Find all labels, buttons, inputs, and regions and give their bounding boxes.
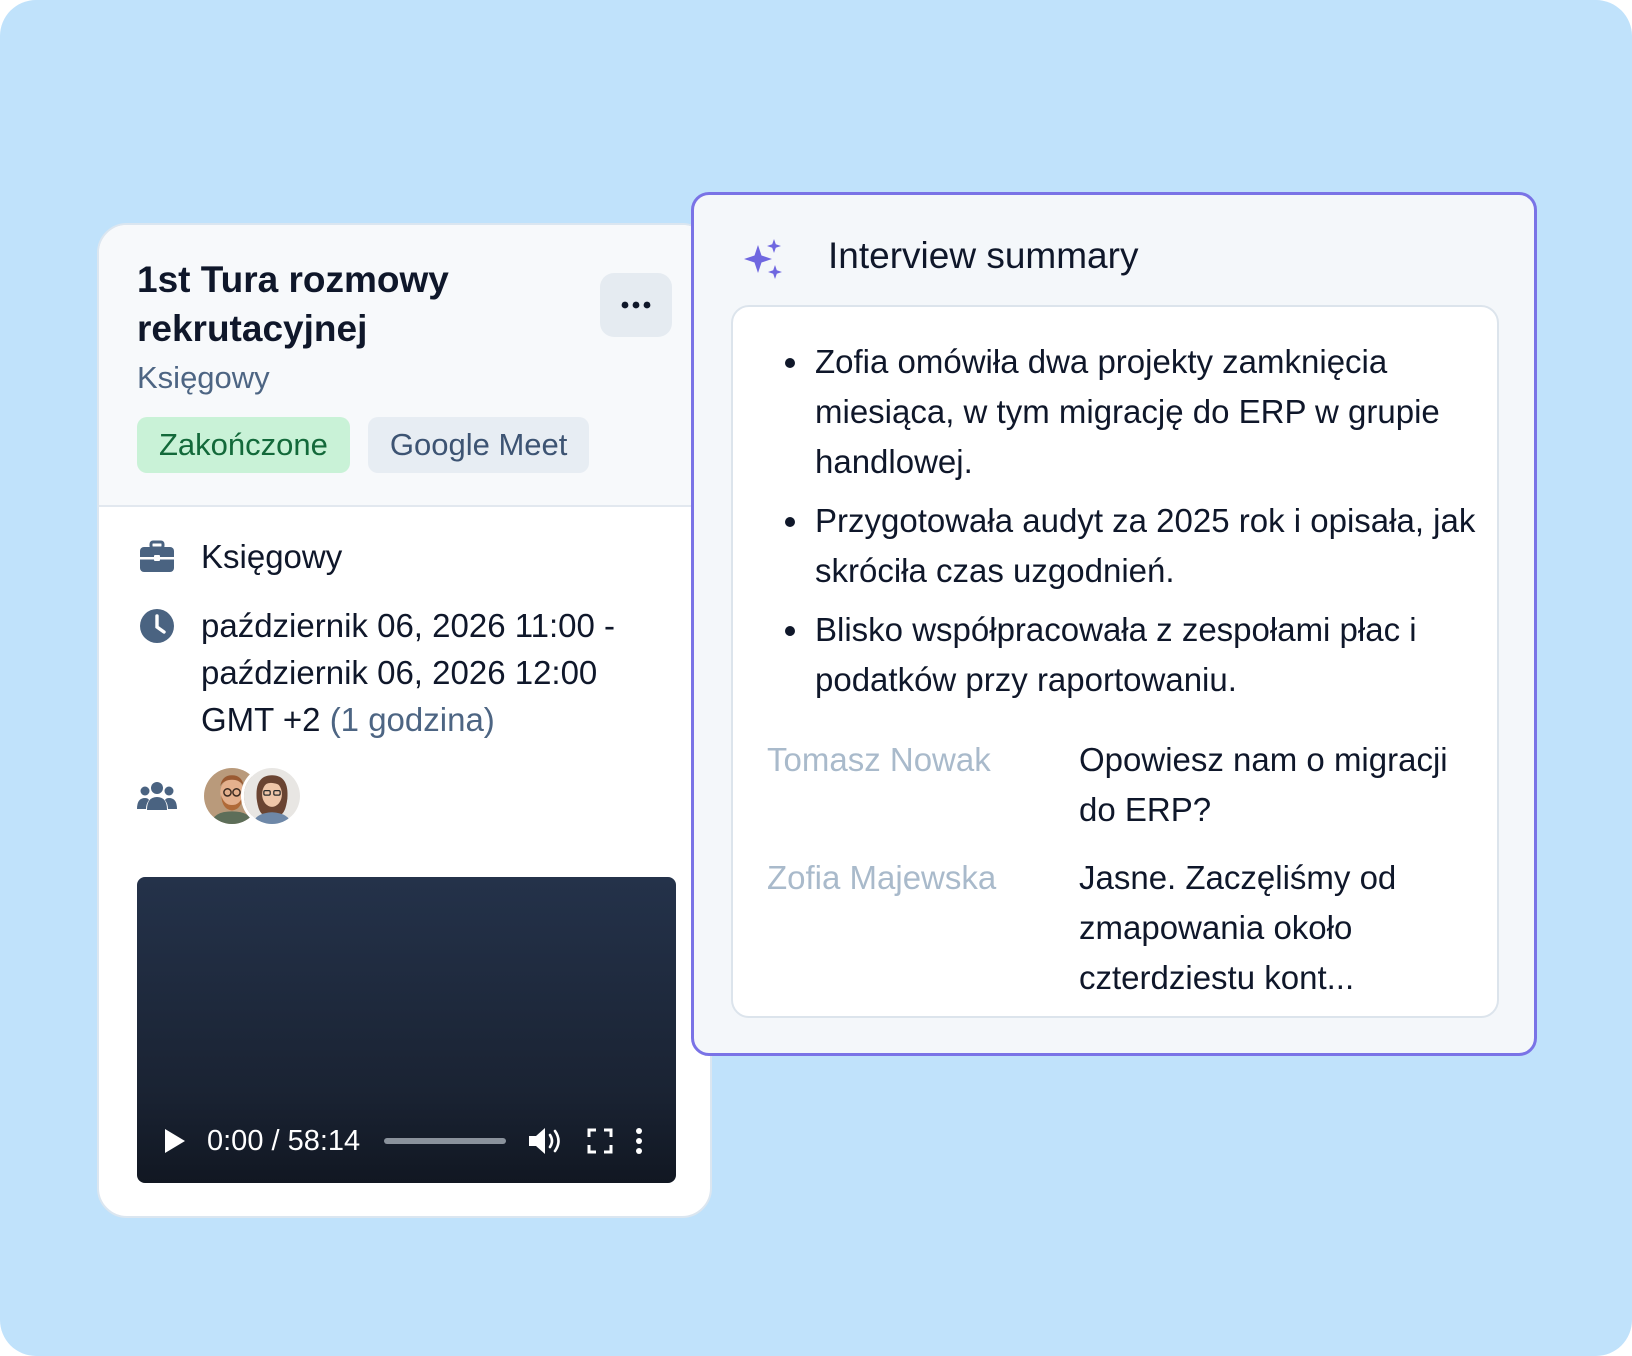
event-card-header: 1st Tura rozmowy rekrutacyjnej Księgowy … [99, 225, 710, 507]
video-time: 0:00 / 58:14 [207, 1124, 361, 1157]
recording-video-player[interactable]: 0:00 / 58:14 [137, 877, 676, 1183]
time-row: październik 06, 2026 11:00 - październik… [137, 602, 672, 743]
transcript-excerpt: Tomasz Nowak Opowiesz nam o migracji do … [767, 735, 1467, 1021]
speaker-line: Jasne. Zaczęliśmy od zmapowania około cz… [1079, 859, 1397, 996]
transcript-row: Tomasz Nowak Opowiesz nam o migracji do … [767, 735, 1467, 835]
play-icon[interactable] [161, 1126, 189, 1156]
interview-event-card: 1st Tura rozmowy rekrutacyjnej Księgowy … [97, 223, 712, 1218]
more-icon [621, 301, 651, 309]
speaker-line: Opowiesz nam o migracji do ERP? [1079, 741, 1448, 828]
seek-bar[interactable] [384, 1138, 507, 1144]
clock-icon [140, 609, 174, 643]
role-row: Księgowy [137, 533, 672, 580]
list-item: Zofia omówiła dwa projekty zamknięcia mi… [785, 337, 1477, 487]
sparkle-icon [744, 239, 782, 279]
users-icon [137, 782, 177, 810]
participants-row [137, 765, 672, 827]
briefcase-icon [140, 540, 174, 572]
fullscreen-icon[interactable] [586, 1127, 614, 1155]
role-text: Księgowy [201, 538, 343, 575]
avatar[interactable] [241, 765, 303, 827]
summary-title: Interview summary [828, 235, 1139, 276]
more-options-button[interactable] [600, 273, 672, 337]
speaker-name: Tomasz Nowak [767, 741, 991, 778]
interview-summary-card: Interview summary Zofia omówiła dwa proj… [691, 192, 1537, 1056]
kebab-icon[interactable] [634, 1127, 644, 1155]
volume-icon[interactable] [526, 1124, 566, 1158]
event-details: Księgowy październik 06, 2026 11:00 - pa… [99, 507, 710, 827]
duration-text: (1 godzina) [329, 701, 495, 738]
status-badge: Zakończone [137, 417, 350, 473]
list-item: Przygotowała audyt za 2025 rok i opisała… [785, 496, 1477, 596]
page-background: 1st Tura rozmowy rekrutacyjnej Księgowy … [0, 0, 1632, 1356]
event-subtitle: Księgowy [137, 360, 270, 395]
summary-bullets: Zofia omówiła dwa projekty zamknięcia mi… [733, 307, 1497, 705]
transcript-row: Zofia Majewska Jasne. Zaczęliśmy od zmap… [767, 853, 1467, 1003]
platform-badge[interactable]: Google Meet [367, 417, 590, 473]
list-item: Blisko współpracowała z zespołami płac i… [785, 605, 1477, 705]
summary-content: Zofia omówiła dwa projekty zamknięcia mi… [731, 305, 1499, 1018]
video-controls: 0:00 / 58:14 [159, 1119, 654, 1163]
speaker-name: Zofia Majewska [767, 859, 997, 896]
event-title: 1st Tura rozmowy rekrutacyjnej [137, 259, 449, 349]
